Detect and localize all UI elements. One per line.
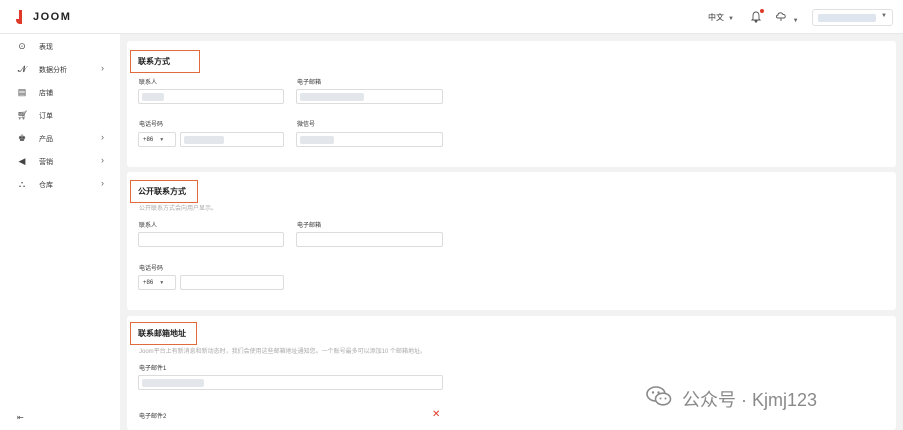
- brand-name[interactable]: JOOM: [33, 11, 71, 23]
- chevron-down-icon: ▼: [792, 18, 799, 24]
- store-icon: ▤: [17, 87, 27, 97]
- phone-label: 电话号码: [139, 122, 164, 128]
- email2-label: 电子邮件2: [139, 414, 167, 420]
- sidebar-item-marketing[interactable]: ◀ 营销 ›: [0, 151, 120, 173]
- product-icon: ♚: [17, 133, 27, 143]
- wechat-label: 微信号: [297, 122, 316, 128]
- sidebar-item-products[interactable]: ♚ 产品 ›: [0, 128, 120, 150]
- redacted-value: [142, 93, 164, 101]
- country-code-value: +86: [143, 137, 154, 143]
- sidebar-item-label: 表现: [39, 44, 53, 51]
- watermark-text: 公众号 · Kjmj123: [682, 390, 818, 410]
- chevron-right-icon: ›: [101, 155, 104, 165]
- remove-email-icon[interactable]: ✕: [432, 409, 440, 420]
- sidebar-item-label: 产品: [39, 136, 53, 143]
- cart-icon: 🛒︎: [17, 110, 29, 120]
- email1-input[interactable]: [138, 375, 443, 390]
- chevron-down-icon: ▼: [881, 13, 887, 19]
- email1-label: 电子邮件1: [139, 366, 167, 372]
- public-email-input[interactable]: [296, 232, 443, 247]
- joom-logo-icon[interactable]: [16, 10, 24, 24]
- language-label: 中文: [708, 13, 724, 22]
- country-code-value: +86: [143, 280, 154, 286]
- public-phone-input[interactable]: [180, 275, 284, 290]
- sidebar-item-label: 数据分析: [39, 67, 67, 74]
- collapse-sidebar-icon[interactable]: ⇤: [17, 413, 24, 422]
- notification-emails-card: [127, 316, 896, 430]
- phone-input[interactable]: [180, 132, 284, 147]
- public-country-code-select[interactable]: +86 ▼: [138, 275, 176, 290]
- email-input[interactable]: [296, 89, 443, 104]
- redacted-value: [184, 136, 224, 144]
- chevron-down-icon: ▼: [159, 137, 165, 143]
- sidebar-item-performance[interactable]: ⊙ 表现: [0, 36, 120, 58]
- sidebar-item-label: 订单: [39, 113, 53, 120]
- contact-person-input[interactable]: [138, 89, 284, 104]
- contact-person-label: 联系人: [139, 80, 158, 86]
- unread-badge: [760, 9, 764, 13]
- sidebar-item-store[interactable]: ▤ 店铺: [0, 82, 120, 104]
- cloud-icon: [776, 12, 786, 21]
- wechat-input[interactable]: [296, 132, 443, 147]
- redacted-value: [142, 379, 204, 387]
- section-title-contact: 联系方式: [130, 50, 200, 73]
- wechat-icon: [646, 386, 672, 406]
- public-phone-label: 电话号码: [139, 266, 164, 272]
- top-bar: JOOM 中文 ▼ ▼ ▼: [0, 0, 903, 34]
- warehouse-icon: ⛬: [18, 179, 26, 189]
- section-title-notification-emails: 联系邮箱地址: [130, 322, 197, 345]
- public-contact-hint: 公开联系方式会向用户显示。: [139, 206, 218, 212]
- sidebar: ⊙ 表现 𝓝 数据分析 › ▤ 店铺 🛒︎ 订单 ♚ 产品 › ◀ 营销 › ⛬…: [0, 34, 120, 430]
- sidebar-item-analytics[interactable]: 𝓝 数据分析 ›: [0, 59, 120, 81]
- sidebar-item-label: 店铺: [39, 90, 53, 97]
- sidebar-item-warehouse[interactable]: ⛬ 仓库 ›: [0, 174, 120, 196]
- public-contact-person-input[interactable]: [138, 232, 284, 247]
- email-label: 电子邮箱: [297, 80, 322, 86]
- sidebar-item-label: 仓库: [39, 182, 53, 189]
- chevron-right-icon: ›: [101, 63, 104, 73]
- contact-card: [127, 41, 896, 167]
- redacted-value: [300, 136, 334, 144]
- redacted-value: [300, 93, 364, 101]
- country-code-select[interactable]: +86 ▼: [138, 132, 176, 147]
- account-name-redacted: [818, 14, 876, 22]
- chevron-right-icon: ›: [101, 132, 104, 142]
- analytics-icon: 𝓝: [17, 64, 27, 74]
- section-title-public-contact: 公开联系方式: [130, 180, 198, 203]
- chevron-down-icon: ▼: [728, 16, 734, 22]
- sidebar-item-orders[interactable]: 🛒︎ 订单: [0, 105, 120, 127]
- notification-emails-hint: Joom平台上有新消息和新动态时，我们会使用这些邮箱地址通知您。一个账号最多可以…: [139, 349, 427, 355]
- dashboard-icon: ⊙: [18, 41, 26, 51]
- chevron-right-icon: ›: [101, 178, 104, 188]
- megaphone-icon: ◀: [18, 156, 26, 166]
- public-email-label: 电子邮箱: [297, 223, 322, 229]
- sidebar-item-label: 营销: [39, 159, 53, 166]
- account-selector[interactable]: ▼: [812, 9, 893, 26]
- language-selector[interactable]: 中文 ▼: [708, 12, 734, 23]
- notification-bell-icon[interactable]: [750, 9, 764, 24]
- public-contact-person-label: 联系人: [139, 223, 158, 229]
- chevron-down-icon: ▼: [159, 280, 165, 286]
- help-menu[interactable]: ▼: [775, 11, 801, 24]
